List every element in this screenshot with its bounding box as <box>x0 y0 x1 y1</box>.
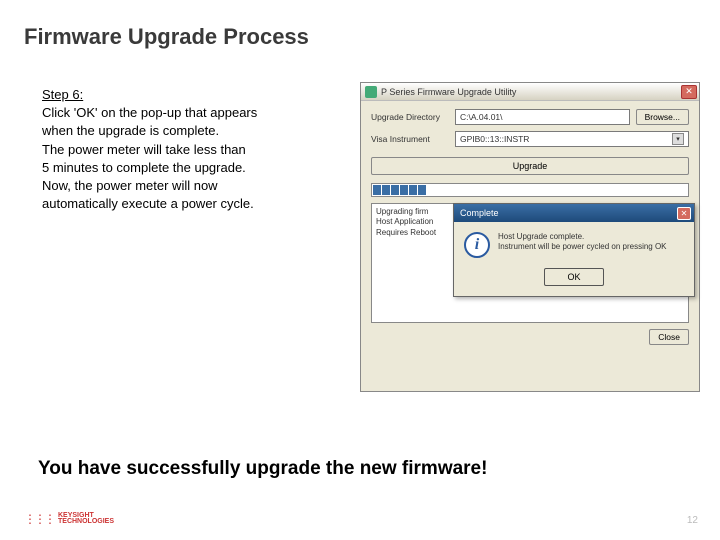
info-icon: i <box>464 232 490 258</box>
upgrade-button[interactable]: Upgrade <box>371 157 689 175</box>
ok-button[interactable]: OK <box>544 268 604 286</box>
step-label: Step 6: <box>42 87 83 102</box>
close-button[interactable]: Close <box>649 329 689 345</box>
progress-bar <box>371 183 689 197</box>
upgrade-dir-value: C:\A.04.01\ <box>460 112 503 122</box>
app-icon <box>365 86 377 98</box>
brand-logo: ⋮⋮⋮ KEYSIGHT TECHNOLOGIES <box>24 512 114 526</box>
step-line: 5 minutes to complete the upgrade. <box>42 160 246 175</box>
step-line: Click 'OK' on the pop-up that appears <box>42 105 257 120</box>
upgrade-dir-label: Upgrade Directory <box>371 112 449 122</box>
browse-button[interactable]: Browse... <box>636 109 689 125</box>
dialog-message: Host Upgrade complete. Instrument will b… <box>498 232 667 258</box>
upgrade-dir-field[interactable]: C:\A.04.01\ <box>455 109 630 125</box>
page-number: 12 <box>687 515 698 526</box>
dialog-titlebar: Complete ✕ <box>454 204 694 222</box>
step-instructions: Step 6: Click 'OK' on the pop-up that ap… <box>42 86 342 213</box>
dialog-title: Complete <box>460 208 677 218</box>
visa-value: GPIB0::13::INSTR <box>460 134 529 144</box>
success-message: You have successfully upgrade the new fi… <box>38 458 487 480</box>
slide-title: Firmware Upgrade Process <box>24 24 309 50</box>
dialog-line: Instrument will be power cycled on press… <box>498 242 667 252</box>
step-line: Now, the power meter will now <box>42 178 218 193</box>
window-title: P Series Firmware Upgrade Utility <box>381 87 681 97</box>
complete-dialog: Complete ✕ i Host Upgrade complete. Inst… <box>453 203 695 297</box>
chevron-down-icon[interactable]: ▾ <box>672 133 684 145</box>
brand-sub: TECHNOLOGIES <box>58 519 114 525</box>
utility-window: P Series Firmware Upgrade Utility ✕ Upgr… <box>360 82 700 392</box>
close-icon[interactable]: ✕ <box>681 85 697 99</box>
close-icon[interactable]: ✕ <box>677 207 691 220</box>
visa-label: Visa Instrument <box>371 134 449 144</box>
step-line: automatically execute a power cycle. <box>42 196 254 211</box>
step-line: when the upgrade is complete. <box>42 123 219 138</box>
brand-wave-icon: ⋮⋮⋮ <box>24 512 54 526</box>
dialog-line: Host Upgrade complete. <box>498 232 667 242</box>
titlebar: P Series Firmware Upgrade Utility ✕ <box>361 83 699 101</box>
visa-field[interactable]: GPIB0::13::INSTR ▾ <box>455 131 689 147</box>
step-line: The power meter will take less than <box>42 142 246 157</box>
